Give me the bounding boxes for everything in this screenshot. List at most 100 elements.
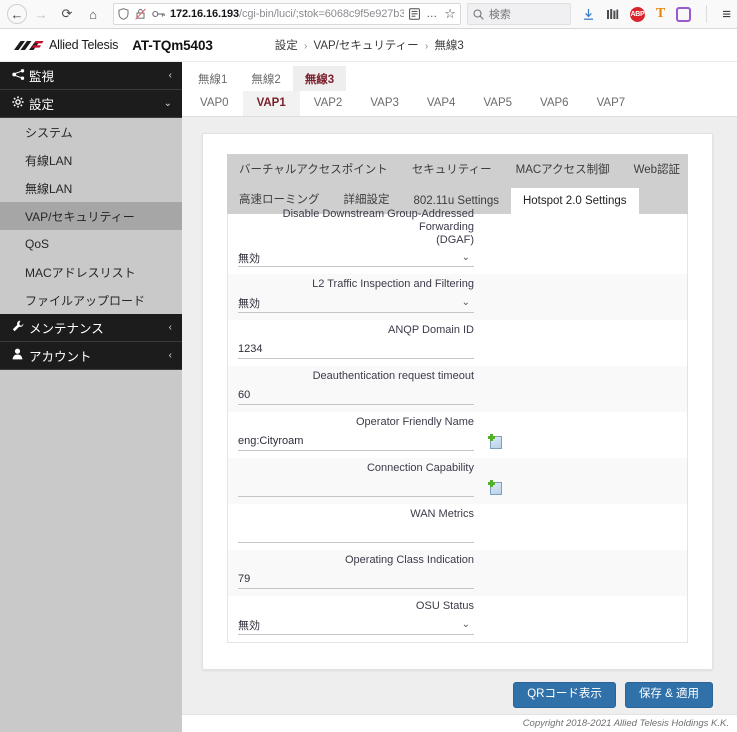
tab-hotspot-20-settings[interactable]: Hotspot 2.0 Settings — [510, 188, 639, 214]
dgaf-select[interactable]: 無効 ⌄ — [238, 250, 474, 267]
tab-vap3[interactable]: VAP3 — [356, 91, 413, 116]
field-value: 無効 — [238, 298, 260, 310]
chevron-left-icon: ‹ — [168, 70, 172, 81]
browser-toolbar: ← → ⟳ ⌂ 172.16.16.193/cgi-bin/luci/;stok… — [0, 0, 737, 29]
extension-square-icon[interactable] — [676, 6, 692, 22]
l2-traffic-inspection-select[interactable]: 無効 ⌄ — [238, 294, 474, 313]
tampermonkey-icon[interactable]: T — [656, 6, 665, 22]
sidebar-item-label: VAP/セキュリティー — [25, 209, 135, 224]
sidebar-group-settings[interactable]: 設定 ⌄ — [0, 90, 182, 118]
tab-label: VAP5 — [483, 97, 513, 109]
adblock-plus-icon[interactable]: ABP — [629, 6, 645, 22]
breadcrumb-item-1[interactable]: 設定 — [275, 40, 298, 52]
field-label-line1: OSU Status — [415, 600, 474, 612]
sidebar-item-file-upload[interactable]: ファイルアップロード — [0, 286, 182, 314]
copyright-bar: Copyright 2018-2021 Allied Telesis Holdi… — [182, 714, 737, 732]
forward-arrow-icon: → — [34, 6, 48, 22]
operator-friendly-name-input[interactable]: eng:Cityroam — [238, 432, 474, 451]
app-menu-icon[interactable]: ≡ — [722, 6, 733, 23]
sidebar-group-label: 監視 — [29, 70, 55, 84]
field-label: Connection Capability — [238, 462, 474, 478]
library-icon[interactable] — [606, 8, 619, 20]
breadcrumb-item-2[interactable]: VAP/セキュリティー — [314, 40, 419, 52]
tab-radio1[interactable]: 無線1 — [186, 66, 239, 91]
home-icon: ⌂ — [89, 6, 97, 22]
operating-class-indication-input[interactable]: 79 — [238, 570, 474, 589]
radio-tab-bar: 無線1 無線2 無線3 — [182, 62, 737, 91]
sidebar-item-vap-security[interactable]: VAP/セキュリティー — [0, 202, 182, 230]
gear-icon — [12, 96, 29, 111]
bookmark-star-icon[interactable]: ☆ — [444, 6, 456, 22]
breadcrumb: 設定 › VAP/セキュリティー › 無線3 — [275, 37, 464, 53]
browser-home-button[interactable]: ⌂ — [81, 3, 105, 25]
shield-icon — [118, 8, 129, 20]
browser-reload-button[interactable]: ⟳ — [55, 3, 79, 25]
main-content: 無線1 無線2 無線3 VAP0 VAP1 VAP2 VAP3 VAP4 VAP… — [182, 62, 737, 732]
tab-vap0[interactable]: VAP0 — [186, 91, 243, 116]
field-value: 無効 — [238, 620, 260, 632]
field-label-line1: Deauthentication request timeout — [312, 370, 474, 382]
sidebar-group-label: メンテナンス — [29, 322, 104, 336]
tab-vap4[interactable]: VAP4 — [413, 91, 470, 116]
reader-view-icon[interactable] — [409, 8, 421, 20]
sidebar-item-label: QoS — [25, 237, 50, 251]
breadcrumb-item-3[interactable]: 無線3 — [434, 40, 463, 52]
sidebar-group-label: アカウント — [29, 350, 92, 364]
tab-vap1[interactable]: VAP1 — [242, 91, 300, 116]
tab-vap5[interactable]: VAP5 — [469, 91, 526, 116]
field-label-line1: Operator Friendly Name — [356, 416, 474, 428]
sidebar-group-label: 設定 — [29, 98, 55, 112]
field-row-l2-traffic-inspection: L2 Traffic Inspection and Filtering 無効 ⌄ — [228, 274, 687, 320]
browser-back-button[interactable]: ← — [7, 4, 27, 24]
tab-label: Hotspot 2.0 Settings — [522, 195, 627, 207]
field-label-line1: L2 Traffic Inspection and Filtering — [312, 278, 474, 290]
field-value: 79 — [238, 573, 251, 585]
sidebar-group-monitoring[interactable]: 監視 ‹ — [0, 62, 182, 90]
browser-search-box[interactable]: 検索 — [466, 3, 571, 25]
wan-metrics-input[interactable] — [238, 524, 474, 543]
brand-name: Allied Telesis — [49, 38, 119, 52]
field-row-operator-friendly-name: Operator Friendly Name eng:Cityroam — [228, 412, 687, 458]
field-cell: Connection Capability — [228, 458, 480, 504]
sidebar-item-wireless-lan[interactable]: 無線LAN — [0, 174, 182, 202]
tab-label: VAP4 — [426, 97, 456, 109]
allied-telesis-logo-icon — [14, 40, 44, 50]
sidebar-item-qos[interactable]: QoS — [0, 230, 182, 258]
tab-security[interactable]: セキュリティー — [400, 154, 504, 184]
sidebar-item-wired-lan[interactable]: 有線LAN — [0, 146, 182, 174]
tab-label: VAP2 — [313, 97, 343, 109]
downloads-icon[interactable] — [582, 8, 595, 21]
sidebar-item-mac-address-list[interactable]: MACアドレスリスト — [0, 258, 182, 286]
tab-vap2[interactable]: VAP2 — [300, 91, 357, 116]
sidebar-item-system[interactable]: システム — [0, 118, 182, 146]
add-entry-icon[interactable] — [488, 480, 503, 495]
field-value: eng:Cityroam — [238, 435, 304, 447]
add-entry-icon[interactable] — [488, 434, 503, 449]
tab-web-auth[interactable]: Web認証 — [622, 154, 692, 184]
sidebar-group-maintenance[interactable]: メンテナンス ‹ — [0, 314, 182, 342]
hotspot-settings-form: Disable Downstream Group-Addressed Forwa… — [227, 208, 688, 643]
field-row-connection-capability: Connection Capability — [228, 458, 687, 504]
tab-radio2[interactable]: 無線2 — [239, 66, 292, 91]
sidebar-group-account[interactable]: アカウント ‹ — [0, 342, 182, 370]
browser-extension-icons: ABP T ≡ — [573, 5, 733, 23]
tab-vap6[interactable]: VAP6 — [526, 91, 583, 116]
sidebar-filler — [0, 370, 182, 732]
tab-virtual-access-point[interactable]: バーチャルアクセスポイント — [227, 154, 400, 184]
url-host: 172.16.16.193 — [170, 8, 240, 20]
deauth-timeout-input[interactable]: 60 — [238, 386, 474, 405]
tab-label: 詳細設定 — [343, 194, 390, 206]
qr-code-button[interactable]: QRコード表示 — [513, 681, 616, 708]
anqp-domain-id-input[interactable]: 1234 — [238, 340, 474, 359]
url-bar[interactable]: 172.16.16.193/cgi-bin/luci/;stok=6068c9f… — [113, 3, 461, 25]
tab-radio3[interactable]: 無線3 — [292, 66, 347, 91]
field-label: OSU Status — [238, 600, 474, 616]
field-label: WAN Metrics — [238, 508, 474, 524]
save-and-apply-button[interactable]: 保存 & 適用 — [624, 681, 713, 708]
page-actions-icon[interactable]: … — [426, 8, 438, 20]
osu-status-select[interactable]: 無効 ⌄ — [238, 616, 474, 635]
tab-mac-access-control[interactable]: MACアクセス制御 — [504, 154, 622, 184]
connection-capability-input[interactable] — [238, 478, 474, 497]
tab-vap7[interactable]: VAP7 — [583, 91, 640, 116]
browser-forward-button[interactable]: → — [29, 3, 53, 25]
